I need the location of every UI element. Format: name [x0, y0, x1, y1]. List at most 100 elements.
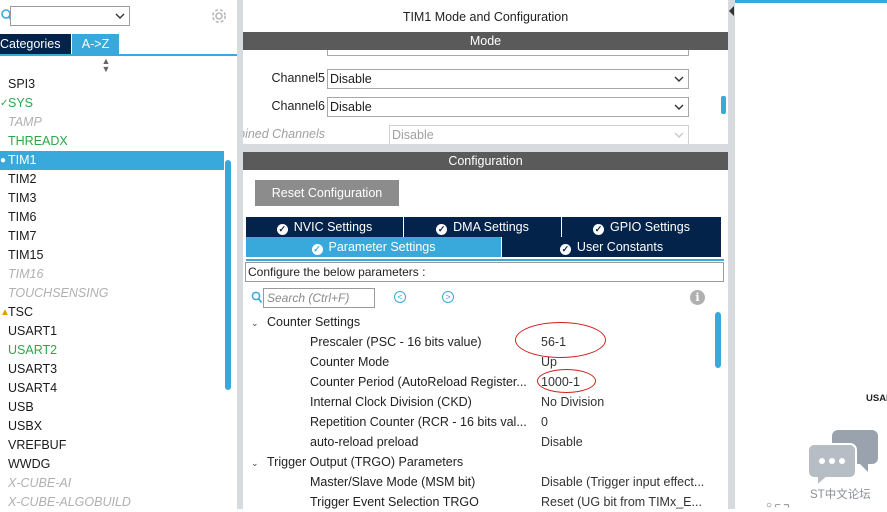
info-icon[interactable]: i	[690, 290, 705, 305]
peripheral-item-label: TSC	[8, 305, 33, 319]
peripheral-item[interactable]: USB	[0, 398, 224, 417]
peripheral-item-label: USBX	[8, 419, 43, 433]
tab-dma-settings[interactable]: ✓ DMA Settings	[404, 217, 562, 237]
pinout-label: USAF	[866, 393, 887, 404]
next-match-icon[interactable]: >	[442, 291, 454, 303]
expand-chevron-icon[interactable]: ⌄	[251, 313, 261, 333]
peripheral-item[interactable]: X-CUBE-ALGOBUILD	[0, 493, 224, 509]
peripheral-item[interactable]: TAMP	[0, 113, 224, 132]
tab-nvic-settings[interactable]: ✓ NVIC Settings	[246, 217, 404, 237]
peripheral-item[interactable]: USART1	[0, 322, 224, 341]
peripheral-item[interactable]: X-CUBE-AI	[0, 474, 224, 493]
peripheral-item[interactable]: USBX	[0, 417, 224, 436]
reset-configuration-button[interactable]: Reset Configuration	[255, 180, 399, 206]
peripheral-item[interactable]: SPI3	[0, 75, 224, 94]
configuration-section: Reset Configuration ✓ NVIC Settings ✓ DMA …	[243, 170, 728, 509]
peripheral-item-label: TOUCHSENSING	[8, 286, 109, 300]
chevron-down-icon	[674, 132, 684, 138]
peripheral-item-label: USART2	[8, 343, 58, 357]
chevron-down-icon	[674, 104, 684, 110]
peripheral-item[interactable]: THREADX	[0, 132, 224, 151]
tab-categories[interactable]: Categories	[0, 34, 71, 54]
peripheral-item[interactable]: TIM2	[0, 170, 224, 189]
right-splitter[interactable]	[728, 0, 735, 509]
peripheral-item[interactable]: TIM15	[0, 246, 224, 265]
peripheral-item[interactable]: VREFBUF	[0, 436, 224, 455]
parameter-value[interactable]: Disable (Trigger input effect...	[541, 472, 713, 492]
parameter-group[interactable]: ⌄ Counter Settings	[251, 312, 360, 332]
peripheral-item[interactable]: USART3	[0, 360, 224, 379]
parameter-group[interactable]: ⌄ Trigger Output (TRGO) Parameters	[251, 452, 463, 472]
window-title: TIM1 Mode and Configuration	[243, 0, 728, 33]
tab-underline	[246, 259, 724, 261]
channel5-value: Disable	[330, 72, 372, 86]
chevron-down-icon	[674, 76, 684, 82]
tab-parameter-settings[interactable]: ✓ Parameter Settings	[246, 237, 502, 257]
peripheral-item-label: THREADX	[8, 134, 68, 148]
peripheral-item[interactable]: ▲ TSC	[0, 303, 224, 322]
section-splitter[interactable]	[243, 144, 728, 152]
peripheral-item[interactable]: TIM6	[0, 208, 224, 227]
tab-label: GPIO Settings	[610, 220, 690, 234]
check-icon: ✓	[311, 244, 323, 255]
peripheral-item-label: X-CUBE-ALGOBUILD	[8, 495, 131, 509]
peripheral-item[interactable]: ✓ SYS	[0, 94, 224, 113]
peripheral-item-label: VREFBUF	[8, 438, 67, 452]
peripheral-item-label: TIM3	[8, 191, 37, 205]
peripheral-item-label: TAMP	[8, 115, 42, 129]
view-control-icons[interactable]: ○ ⌐ ¬	[766, 500, 789, 511]
peripheral-item[interactable]: USART4	[0, 379, 224, 398]
period-annotation-ring	[537, 369, 596, 393]
collapse-arrow-icon[interactable]	[729, 6, 734, 16]
search-combo[interactable]	[10, 6, 130, 26]
parameter-label: Trigger Event Selection TRGO	[310, 495, 479, 509]
mode-select-partial[interactable]	[327, 50, 689, 56]
check-icon: ✓	[0, 98, 9, 109]
channel5-select[interactable]: Disable	[327, 69, 689, 89]
pinout-top-border	[735, 0, 887, 3]
peripheral-item-label: WWDG	[8, 457, 51, 471]
warning-icon: ▲	[0, 307, 10, 318]
peripheral-item[interactable]: TIM7	[0, 227, 224, 246]
sort-icon[interactable]: ▲ ▼	[100, 57, 112, 74]
search-icon	[251, 291, 263, 304]
previous-match-icon[interactable]: <	[394, 291, 406, 303]
peripheral-item-label: USART3	[8, 362, 58, 376]
expand-chevron-icon[interactable]: ⌄	[251, 453, 261, 473]
tab-label: User Constants	[576, 240, 664, 254]
parameter-value[interactable]: 0	[541, 412, 713, 432]
active-dot-icon: ●	[0, 155, 7, 166]
parameter-value[interactable]: Disable	[541, 432, 713, 452]
peripheral-item[interactable]: TOUCHSENSING	[0, 284, 224, 303]
left-scrollbar[interactable]	[225, 160, 231, 390]
gear-icon[interactable]	[209, 6, 229, 26]
peripheral-item[interactable]: TIM3	[0, 189, 224, 208]
forum-label: ST中文论坛	[810, 489, 871, 501]
check-icon: ✓	[276, 224, 288, 235]
peripheral-item-label: USB	[8, 400, 34, 414]
mode-scrollbar[interactable]	[721, 96, 726, 114]
peripheral-item-label: TIM2	[8, 172, 37, 186]
parameter-value[interactable]: Reset (UG bit from TIMx_E...	[541, 492, 713, 512]
peripheral-item[interactable]: TIM16	[0, 265, 224, 284]
tab-underline	[0, 54, 237, 56]
peripheral-item-label: TIM6	[8, 210, 37, 224]
peripheral-item-label: USART1	[8, 324, 58, 338]
tab-gpio-settings[interactable]: ✓ GPIO Settings	[562, 217, 722, 237]
tab-a-to-z[interactable]: A->Z	[72, 34, 119, 54]
parameter-search-input[interactable]: Search (Ctrl+F)	[263, 288, 375, 308]
parameter-label: Repetition Counter (RCR - 16 bits val...	[310, 415, 527, 429]
tab-label: DMA Settings	[453, 220, 529, 234]
parameter-value[interactable]: No Division	[541, 392, 713, 412]
peripheral-item[interactable]: WWDG	[0, 455, 224, 474]
parameter-scrollbar[interactable]	[715, 312, 721, 368]
channel6-select[interactable]: Disable	[327, 97, 689, 117]
tab-user-constants[interactable]: ✓ User Constants	[502, 237, 722, 257]
chevron-down-icon	[115, 13, 125, 19]
peripheral-item[interactable]: ● TIM1	[0, 151, 224, 170]
peripheral-item-label: TIM7	[8, 229, 37, 243]
mode-section-bar: Mode	[243, 32, 728, 50]
combined-channels-select[interactable]: Disable	[389, 125, 689, 144]
peripheral-item[interactable]: USART2	[0, 341, 224, 360]
forum-chat-icon[interactable]	[808, 424, 880, 486]
